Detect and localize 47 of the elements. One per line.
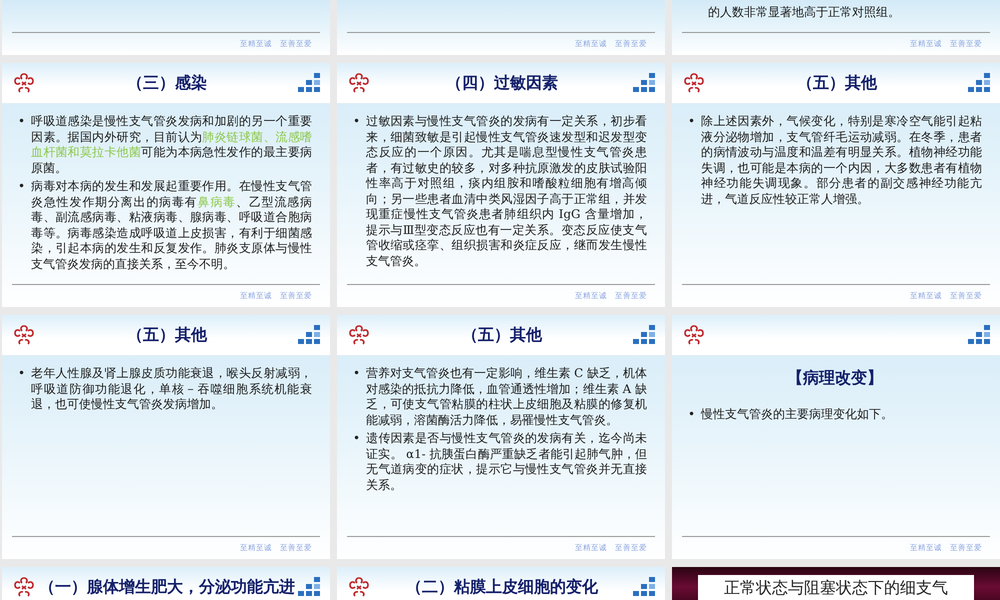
blocks-icon <box>298 73 320 93</box>
logo-icon <box>682 323 706 347</box>
logo-icon <box>12 575 36 599</box>
blocks-icon <box>633 325 655 345</box>
bullet-icon: • <box>18 114 26 176</box>
bullet-text: 遗传因素是否与慢性支气管炎的发病有关，迄今尚未证实。 α1- 抗胰蛋白酶严重缺乏者能引起肺气肿，但无气道病变的症状，提示它与慢性支气管炎并无直接关系。 <box>366 431 647 493</box>
bullet-icon: • <box>688 114 696 207</box>
bullet-text: 老年人性腺及肾上腺皮质功能衰退，喉头反射减弱，呼吸道防御功能退化，单核－吞噬细胞系统机能衰退，也可使慢性支气管炎发病增加。 <box>31 366 312 412</box>
bullet-text: 慢性支气管炎的主要病理变化如下。 <box>701 407 894 422</box>
blocks-icon <box>633 577 655 597</box>
logo-icon <box>347 323 371 347</box>
bullet-text: 病毒对本病的发生和发展起重要作用。在慢性支气管炎急性发作期分离出的病毒有鼻病毒、乙型流感病毒、副流感病毒、粘液病毒、腺病毒、呼吸道合胞病毒等。病毒感染造成呼吸道上皮损害，有利于细菌感染，引起本病的发生和反复发作。肺炎支原体与慢性支气管炎发病的直接关系，至今不明。 <box>31 179 312 272</box>
bullet-icon: • <box>18 366 26 412</box>
slide-title: （五）其他 <box>796 72 878 94</box>
logo-icon <box>682 71 706 95</box>
blocks-icon <box>968 325 990 345</box>
slide-thumbnail[interactable] <box>2 63 330 307</box>
slide-thumbnail[interactable]: （一）腺体增生肥大，分泌功能亢进 <box>2 567 330 600</box>
bullet-text: 过敏因素与慢性支气管炎的发病有一定关系，初步看来，细菌致敏是引起慢性支气管炎速发型和迟发型变态反应的一个原因。尤其是喘息型慢性支气管炎患者，有过敏史的较多，对多种抗原激发的皮肤试验阳性率高于对照组，痰内组胺和嗜酸粒细胞有增高倾向；另一些患者血清中类风湿因子高于正常组，并发现重症慢性支气管炎患者肺组织内 IgG 含量增加，提示与Ⅲ型变态反应也有一定关系。变态反应使支气管收缩或痉挛、组织损害和炎症反应，继而发生慢性支气管炎。 <box>366 114 647 269</box>
bullet-icon: • <box>353 431 360 493</box>
slide-title: （三）感染 <box>126 72 208 94</box>
logo-icon <box>12 323 36 347</box>
blocks-icon <box>298 577 320 597</box>
bullet-icon: • <box>353 114 360 269</box>
slide-title: （二）粘膜上皮细胞的变化 <box>405 576 599 598</box>
blocks-icon <box>298 325 320 345</box>
slide-title: （五）其他 <box>461 324 544 346</box>
logo-icon <box>347 575 371 599</box>
bullet-text: 营养对支气管炎也有一定影响，维生素 C 缺乏，机体对感染的抵抗力降低，血管通透性增加；维生素 A 缺乏，可使支气管粘膜的柱状上皮细胞及粘膜的修复机能减弱，溶菌酶活力降低，易罹慢性支气管炎。 <box>366 366 647 428</box>
blocks-icon <box>968 73 990 93</box>
blocks-icon <box>633 73 655 93</box>
bullet-icon: • <box>688 407 696 422</box>
logo-icon <box>12 71 36 95</box>
slide-thumbnail[interactable]: 正常状态与阻塞状态下的细支气 <box>672 567 1000 600</box>
logo-icon <box>347 71 371 95</box>
slide-title: （一）腺体增生肥大，分泌功能亢进 <box>38 576 296 598</box>
bullet-icon: • <box>18 179 26 272</box>
bullet-icon: • <box>353 366 360 428</box>
slide-text: 的人数非常显著地高于正常对照组。 <box>707 4 901 21</box>
slide-title: 【病理改变】 <box>786 368 884 389</box>
slide-title: （五）其他 <box>126 324 208 346</box>
slide-thumbnail[interactable]: （二）粘膜上皮细胞的变化 <box>337 567 665 600</box>
slide-thumbnail[interactable] <box>337 63 665 307</box>
slide-title: 正常状态与阻塞状态下的细支气 <box>698 575 974 600</box>
bullet-text: 除上述因素外，气候变化，特别是寒冷空气能引起粘液分泌物增加，支气管纤毛运动减弱。在冬季，患者的病情波动与温度和温差有明显关系。植物神经功能失调，也可能是本病的一个内因，大多数患者有植物神经功能失调现象。部分患者的副交感神经功能亢进，气道反应性较正常人增强。 <box>701 114 982 207</box>
bullet-text: 呼吸道感染是慢性支气管炎发病和加剧的另一个重要因素。据国内外研究，目前认为肺炎链球菌、流感嗜血杆菌和莫拉卡他菌可能为本病急性发作的最主要病原菌。 <box>31 114 312 176</box>
slide-title: （四）过敏因素 <box>445 72 559 94</box>
